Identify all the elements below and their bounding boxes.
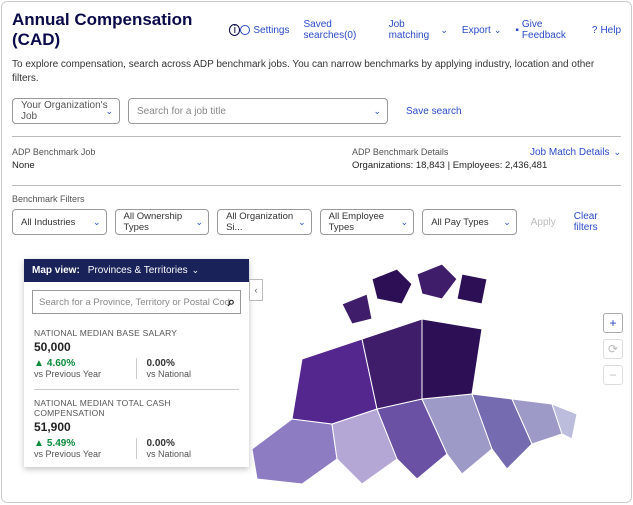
map-area: Map view: Provinces & Territories⌄ Searc…: [2, 259, 631, 499]
chevron-down-icon: ⌄: [93, 217, 101, 228]
chevron-down-icon: ⌄: [192, 265, 200, 276]
map-view-select[interactable]: Provinces & Territories⌄: [88, 265, 199, 276]
filter-employee[interactable]: All Employee Types⌄: [320, 209, 415, 235]
chevron-down-icon: ⌄: [494, 25, 502, 36]
apply-button: Apply: [531, 217, 556, 228]
stat-total-cash: NATIONAL MEDIAN TOTAL CASH COMPENSATION …: [24, 392, 249, 467]
help-link[interactable]: ?Help: [592, 25, 621, 36]
stat-label: NATIONAL MEDIAN TOTAL CASH COMPENSATION: [34, 398, 239, 418]
chevron-down-icon: ⌄: [298, 217, 306, 228]
filter-industries[interactable]: All Industries⌄: [12, 209, 107, 235]
intro-text: To explore compensation, search across A…: [2, 54, 631, 96]
page-title: Annual Compensation (CAD) i: [12, 10, 240, 50]
sub-nat: vs National: [147, 449, 240, 459]
save-search-link[interactable]: Save search: [406, 106, 462, 117]
reset-button[interactable]: ⟳: [603, 339, 623, 359]
stat-value: 50,000: [34, 340, 239, 354]
sub-nat: vs National: [147, 369, 240, 379]
filters-row: All Industries⌄ All Ownership Types⌄ All…: [12, 209, 621, 235]
filter-pay[interactable]: All Pay Types⌄: [422, 209, 517, 235]
pct-nat: 0.00%: [147, 358, 240, 369]
settings-link[interactable]: Settings: [240, 25, 289, 36]
chevron-down-icon: ⌄: [373, 106, 381, 117]
arrow-up-icon: ▲: [34, 438, 44, 449]
filter-ownership[interactable]: All Ownership Types⌄: [115, 209, 210, 235]
stat-base-salary: NATIONAL MEDIAN BASE SALARY 50,000 ▲4.60…: [24, 322, 249, 387]
sub-prev: vs Previous Year: [34, 369, 136, 379]
sub-prev: vs Previous Year: [34, 449, 136, 459]
map-panel-header: Map view: Provinces & Territories⌄: [24, 259, 249, 282]
help-icon: ?: [592, 25, 598, 36]
info-icon[interactable]: i: [229, 24, 240, 36]
map-search-input[interactable]: Search for a Province, Territory or Post…: [32, 290, 241, 314]
map-controls: + ⟳ −: [603, 313, 623, 385]
zoom-in-button[interactable]: +: [603, 313, 623, 333]
export-link[interactable]: Export⌄: [462, 25, 501, 36]
give-feedback-link[interactable]: ▪Give Feedback: [515, 19, 578, 41]
search-row: Your Organization's Job ⌄ Search for a j…: [2, 96, 631, 136]
map-view-label: Map view:: [32, 265, 80, 276]
arrow-up-icon: ▲: [34, 358, 44, 369]
saved-searches-link[interactable]: Saved searches(0): [304, 19, 375, 41]
pct-prev: ▲5.49%: [34, 438, 136, 449]
stat-value: 51,900: [34, 420, 239, 434]
filter-orgsize[interactable]: All Organization Si...⌄: [217, 209, 312, 235]
clear-filters-link[interactable]: Clear filters: [574, 211, 621, 233]
chevron-down-icon: ⌄: [440, 25, 448, 36]
filters-label: Benchmark Filters: [12, 194, 621, 204]
adp-job-value: None: [12, 160, 352, 171]
benchmark-details-row: ADP Benchmark Job None ADP Benchmark Det…: [2, 137, 631, 185]
pct-prev: ▲4.60%: [34, 358, 136, 369]
collapse-panel-button[interactable]: ‹: [249, 279, 263, 301]
adp-details-value: Organizations: 18,843 | Employees: 2,436…: [352, 160, 621, 171]
job-title-input[interactable]: Search for a job title ⌄: [128, 98, 388, 124]
map-panel: Map view: Provinces & Territories⌄ Searc…: [24, 259, 249, 467]
top-nav: Settings Saved searches(0) Job matching⌄…: [240, 19, 621, 41]
zoom-out-button[interactable]: −: [603, 365, 623, 385]
search-icon: ⌕: [228, 294, 235, 310]
divider: [34, 389, 239, 390]
job-match-details-link[interactable]: Job Match Details⌄: [530, 147, 621, 158]
job-matching-link[interactable]: Job matching⌄: [389, 19, 448, 41]
chevron-down-icon: ⌄: [503, 217, 511, 228]
pct-nat: 0.00%: [147, 438, 240, 449]
stat-label: NATIONAL MEDIAN BASE SALARY: [34, 328, 239, 338]
chevron-down-icon: ⌄: [196, 217, 204, 228]
chevron-down-icon: ⌄: [613, 147, 621, 158]
chevron-down-icon: ⌄: [105, 106, 113, 117]
org-job-select[interactable]: Your Organization's Job ⌄: [12, 98, 120, 124]
title-text: Annual Compensation (CAD): [12, 10, 225, 50]
chevron-down-icon: ⌄: [401, 217, 409, 228]
comment-icon: ▪: [515, 25, 519, 36]
gear-icon: [240, 25, 250, 35]
adp-job-label: ADP Benchmark Job: [12, 147, 352, 157]
